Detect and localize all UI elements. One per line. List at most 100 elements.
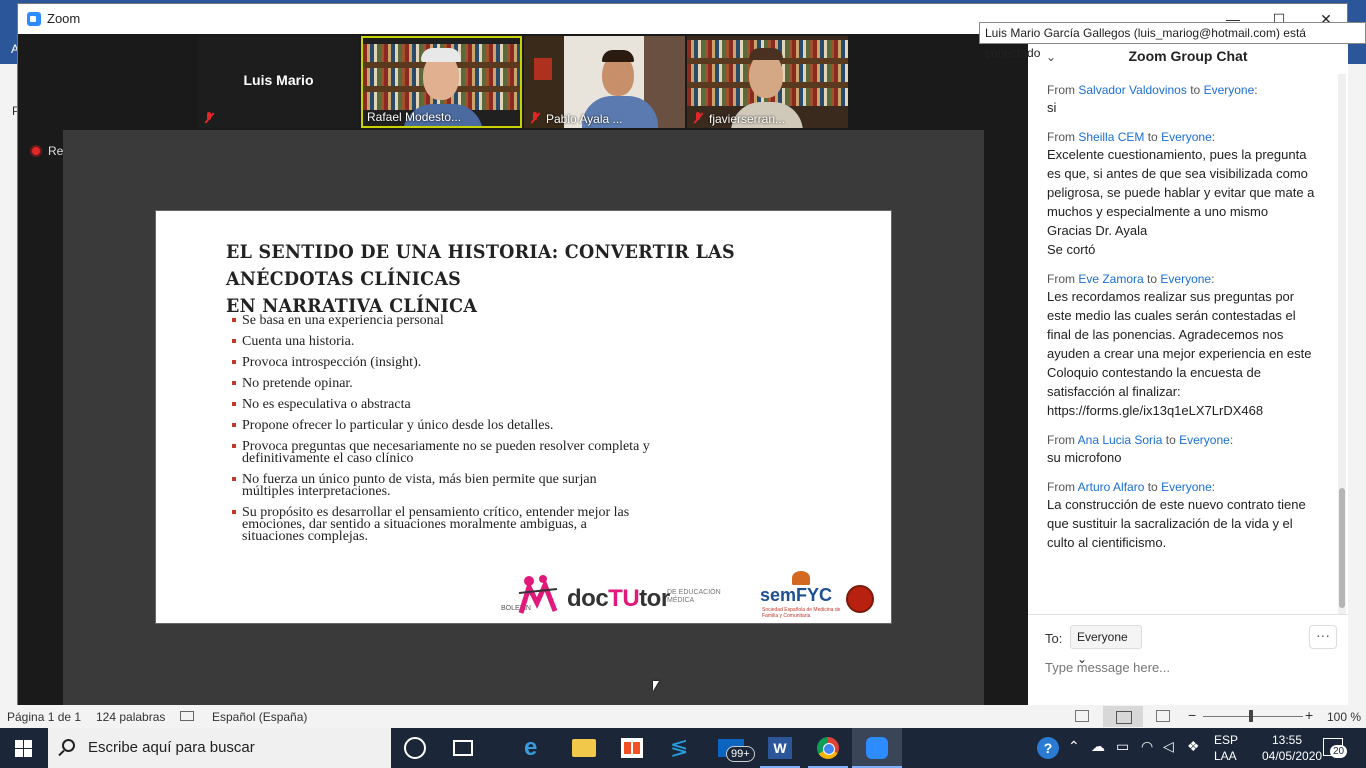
- logo-text-part: TU: [608, 585, 640, 612]
- task-view-icon[interactable]: [453, 740, 473, 756]
- mic-muted-icon: [693, 112, 703, 124]
- sender-name[interactable]: Salvador Valdovinos: [1078, 83, 1187, 97]
- participant-tile[interactable]: Luis Mario: [198, 36, 359, 128]
- sender-name[interactable]: Eve Zamora: [1078, 272, 1143, 286]
- video-area: Luis Mario Rafael Modesto... Pablo Ayala…: [18, 34, 1071, 705]
- edge-icon[interactable]: e: [524, 736, 548, 760]
- zoom-window: Zoom — ☐ ✕ Luis Mario Rafael Modesto...: [17, 3, 1348, 705]
- chat-message-input[interactable]: [1045, 656, 1335, 678]
- read-mode-icon[interactable]: [1075, 710, 1089, 722]
- dropbox-icon[interactable]: ❖: [1187, 738, 1200, 755]
- taskbar-search-box[interactable]: Escribe aquí para buscar: [48, 728, 391, 768]
- more-options-button[interactable]: ···: [1309, 625, 1337, 649]
- language-code: ESP: [1214, 733, 1239, 747]
- mic-muted-icon: [530, 112, 540, 124]
- chat-scrollbar[interactable]: [1338, 74, 1346, 614]
- slide-bullet: No pretende opinar.: [232, 377, 652, 391]
- file-explorer-icon[interactable]: [572, 739, 596, 757]
- logo-text-part: doc: [567, 585, 609, 612]
- to-word: to: [1147, 272, 1158, 286]
- slide-bullet: Se basa en una experiencia personal: [232, 314, 652, 328]
- from-label: From: [1047, 272, 1075, 286]
- participant-name: Pablo Ayala ...: [546, 112, 623, 126]
- chat-message-meta: From Ana Lucia Soria to Everyone:: [1047, 433, 1234, 447]
- zoom-in-button[interactable]: +: [1305, 707, 1313, 723]
- word-icon[interactable]: W: [768, 737, 792, 759]
- language-indicator[interactable]: Español (España): [212, 710, 307, 724]
- slide-bullet: No fuerza un único punto de vista, más b…: [232, 473, 652, 499]
- windows-start-button[interactable]: [0, 728, 48, 768]
- recipient-name[interactable]: Everyone: [1204, 83, 1255, 97]
- logo-text: DE EDUCACIÓN MÉDICA: [667, 589, 721, 604]
- zoom-slider[interactable]: [1203, 716, 1303, 717]
- chat-message: From Salvador Valdovinos to Everyone: si: [1047, 82, 1317, 117]
- word-count[interactable]: 124 palabras: [96, 710, 165, 724]
- scroll-thumb[interactable]: [1339, 488, 1345, 608]
- help-icon[interactable]: ?: [1037, 737, 1059, 759]
- participant-tile[interactable]: fjavierserran...: [687, 36, 848, 128]
- chevron-up-icon[interactable]: ⌃: [1068, 738, 1080, 755]
- recipient-name[interactable]: Everyone: [1161, 130, 1212, 144]
- zoom-level[interactable]: 100 %: [1327, 710, 1361, 724]
- slide-bullet: Propone ofrecer lo particular y único de…: [232, 419, 652, 433]
- web-layout-icon[interactable]: [1156, 710, 1170, 722]
- wifi-icon[interactable]: ◠: [1141, 738, 1153, 755]
- participant-tile[interactable]: Pablo Ayala ...: [524, 36, 685, 128]
- volume-icon[interactable]: ◁: [1163, 738, 1174, 755]
- sender-name[interactable]: Arturo Alfaro: [1078, 480, 1145, 494]
- chat-message: From Arturo Alfaro to Everyone: La constr…: [1047, 479, 1317, 552]
- mouse-cursor: [653, 681, 659, 691]
- logo-text: Sociedad Española de Medicina de Familia…: [762, 607, 841, 619]
- word-status-bar: Página 1 de 1 124 palabras Español (Espa…: [0, 705, 1366, 728]
- chat-message: From Sheilla CEM to Everyone: Excelente c…: [1047, 129, 1317, 259]
- to-word: to: [1147, 130, 1158, 144]
- seal-emblem-icon: [846, 585, 874, 613]
- clock-time: 13:55: [1271, 733, 1303, 747]
- participant-name: Luis Mario: [243, 72, 314, 88]
- input-language[interactable]: ESP LAA: [1214, 732, 1238, 764]
- store-icon[interactable]: [621, 738, 643, 758]
- sender-name[interactable]: Ana Lucia Soria: [1078, 433, 1163, 447]
- print-layout-icon[interactable]: [1103, 706, 1143, 727]
- recipient-name[interactable]: Everyone: [1160, 272, 1211, 286]
- sender-name[interactable]: Sheilla CEM: [1078, 130, 1144, 144]
- chrome-icon[interactable]: [817, 737, 839, 759]
- visual-studio-icon[interactable]: ≶: [670, 736, 694, 760]
- slide-bullet: No es especulativa o abstracta: [232, 398, 652, 412]
- mail-badge: 99+: [726, 746, 755, 762]
- recipient-name[interactable]: Everyone: [1161, 480, 1212, 494]
- recipient-dropdown[interactable]: Everyone ⌄: [1070, 625, 1142, 666]
- cloud-icon[interactable]: ☁: [1091, 738, 1105, 755]
- proofing-icon[interactable]: [180, 711, 194, 721]
- chevron-down-icon[interactable]: ⌄: [1046, 50, 1056, 64]
- participant-tile-active-speaker[interactable]: Rafael Modesto...: [361, 36, 522, 128]
- zoom-taskbar-button[interactable]: [852, 728, 902, 768]
- to-word: to: [1165, 433, 1176, 447]
- from-label: From: [1047, 130, 1075, 144]
- tooltip: Luis Mario García Gallegos (luis_mariog@…: [979, 22, 1366, 60]
- logo-text: docTUtor: [567, 585, 670, 613]
- cortana-icon[interactable]: [404, 737, 426, 759]
- clock[interactable]: 13:55 04/05/2020: [1262, 732, 1322, 764]
- chat-message: From Eve Zamora to Everyone: Les recordam…: [1047, 271, 1317, 420]
- chat-message-meta: From Salvador Valdovinos to Everyone:: [1047, 83, 1258, 97]
- chat-message-text: Les recordamos realizar sus preguntas po…: [1047, 289, 1312, 418]
- doctutor-logo: BOLETÍN docTUtor DE EDUCACIÓN MÉDICA: [501, 571, 731, 619]
- chat-message-text: Excelente cuestionamiento, pues la pregu…: [1047, 147, 1315, 257]
- chat-message-text: si: [1047, 100, 1057, 115]
- chat-message-list[interactable]: From Salvador Valdovinos to Everyone: si F…: [1047, 82, 1317, 612]
- slide-bullet: Provoca preguntas que necesariamente no …: [232, 440, 652, 466]
- battery-icon[interactable]: ▭: [1116, 738, 1129, 755]
- logo-text: semFYC: [760, 585, 833, 605]
- recipient-name[interactable]: Everyone: [1179, 433, 1230, 447]
- zoom-out-button[interactable]: −: [1188, 707, 1196, 723]
- chat-message-text: La construcción de este nuevo contrato t…: [1047, 497, 1306, 550]
- page-count[interactable]: Página 1 de 1: [7, 710, 81, 724]
- doctutor-figure-icon: [518, 575, 558, 614]
- chat-message-meta: From Arturo Alfaro to Everyone:: [1047, 480, 1216, 494]
- to-label: To:: [1045, 631, 1063, 646]
- notification-count: 20: [1330, 745, 1348, 758]
- chat-panel: Zoom Group Chat ⌄ From Salvador Valdovin…: [1028, 34, 1348, 705]
- zoom-slider-thumb[interactable]: [1249, 710, 1253, 722]
- chat-message-meta: From Eve Zamora to Everyone:: [1047, 272, 1215, 286]
